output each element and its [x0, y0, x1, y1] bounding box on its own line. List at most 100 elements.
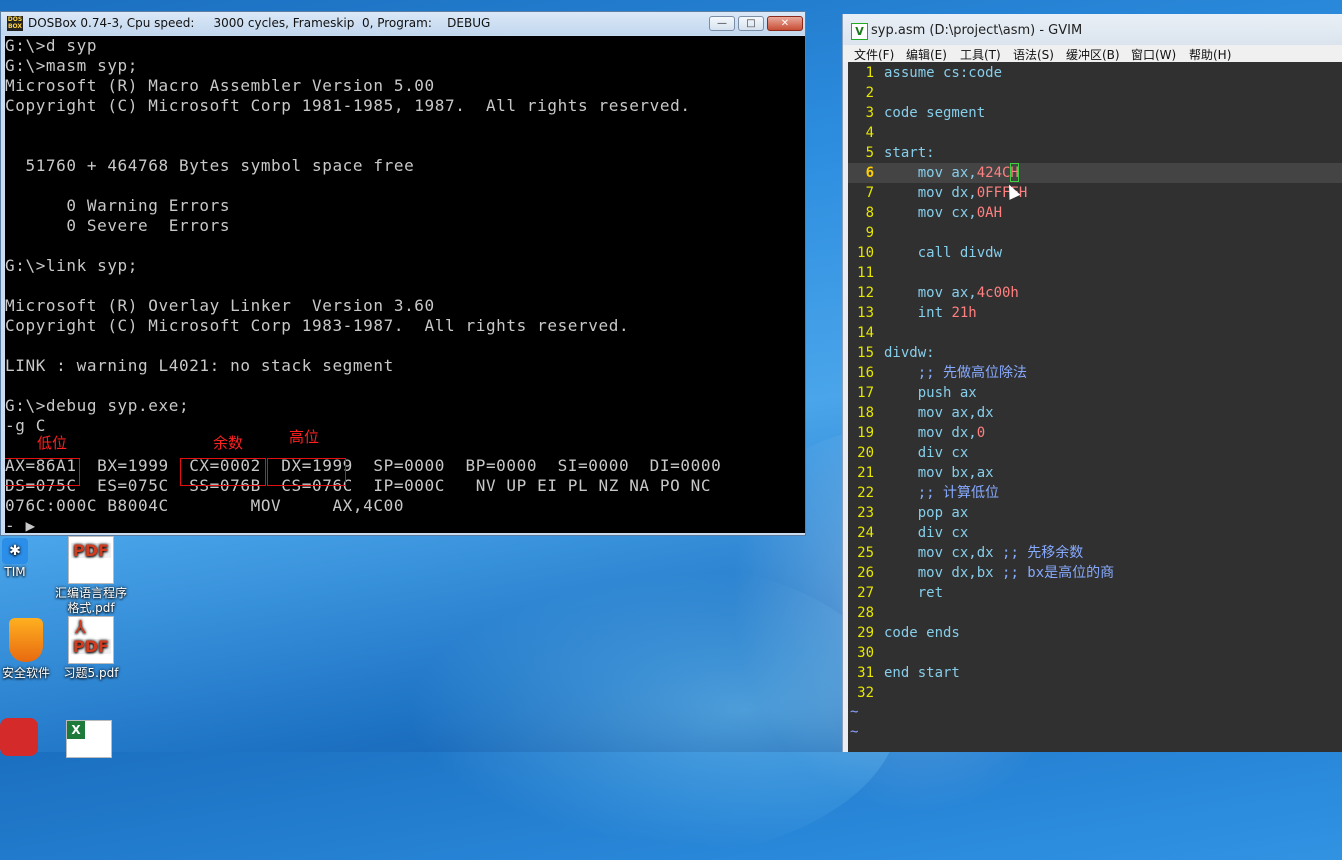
- editor-line[interactable]: 16 ;; 先做高位除法: [848, 363, 1342, 383]
- desktop-icon-exercise5-pdf[interactable]: PDF ⅄ 习题5.pdf: [58, 616, 124, 681]
- line-number: 22: [857, 485, 874, 501]
- gvim-menubar: 文件(F) 编辑(E) 工具(T) 语法(S) 缓冲区(B) 窗口(W) 帮助(…: [843, 45, 1342, 62]
- close-button[interactable]: ✕: [767, 16, 803, 31]
- desktop-icon-tim[interactable]: ✱ TIM: [0, 538, 30, 580]
- editor-line[interactable]: 8 mov cx,0AH: [848, 203, 1342, 223]
- editor-line[interactable]: 30: [848, 643, 1342, 663]
- dx-highlight-box: [267, 458, 346, 486]
- line-text: mov ax,dx: [884, 405, 994, 421]
- line-text: mov cx,dx ;; 先移余数: [884, 545, 1084, 561]
- editor-line[interactable]: 29 code ends: [848, 623, 1342, 643]
- line-text: ;; 先做高位除法: [917, 365, 1028, 381]
- editor-line[interactable]: 31 end start: [848, 663, 1342, 683]
- menu-syntax[interactable]: 语法(S): [1013, 46, 1054, 63]
- empty-line-tilde: ~: [850, 704, 859, 720]
- minimize-button[interactable]: —: [709, 16, 735, 31]
- editor-line[interactable]: 24 div cx: [848, 523, 1342, 543]
- editor-line[interactable]: 32: [848, 683, 1342, 703]
- menu-tools[interactable]: 工具(T): [960, 46, 1001, 63]
- menu-edit[interactable]: 编辑(E): [906, 46, 947, 63]
- editor-line[interactable]: 13 int 21h: [848, 303, 1342, 323]
- editor-line[interactable]: 12 mov ax,4c00h: [848, 283, 1342, 303]
- acrobat-icon: ⅄: [75, 617, 86, 638]
- vim-editor[interactable]: 1 assume cs:code 2 3 code segment 4 5 start: 6 m…: [848, 62, 1342, 752]
- editor-line[interactable]: 3 code segment: [848, 103, 1342, 123]
- gvim-titlebar[interactable]: V syp.asm (D:\project\asm) - GVIM: [843, 14, 1342, 45]
- line-number: 11: [857, 265, 874, 281]
- console-line: Copyright (C) Microsoft Corp 1981-1985, …: [5, 96, 691, 115]
- menu-file[interactable]: 文件(F): [854, 46, 894, 63]
- dosbox-console[interactable]: G:\>d syp G:\>masm syp; Microsoft (R) Macr…: [5, 36, 805, 533]
- editor-line[interactable]: 28: [848, 603, 1342, 623]
- line-number: 8: [865, 205, 874, 221]
- line-text: int 21h: [884, 305, 977, 321]
- editor-line[interactable]: 4: [848, 123, 1342, 143]
- line-text: ;; 计算低位: [917, 485, 1000, 501]
- desktop-icon-asm-format-pdf[interactable]: PDF 汇编语言程序 格式.pdf: [50, 536, 132, 616]
- line-number: 31: [857, 665, 874, 681]
- editor-line[interactable]: 11: [848, 263, 1342, 283]
- shield-icon: [9, 618, 43, 662]
- desktop-icon-label: 安全软件: [1, 666, 50, 680]
- editor-line[interactable]: 26 mov dx,bx ;; bx是高位的商: [848, 563, 1342, 583]
- line-number: 18: [857, 405, 874, 421]
- excel-file-icon[interactable]: X: [66, 720, 112, 758]
- editor-line[interactable]: 19 mov dx,0: [848, 423, 1342, 443]
- line-number: 7: [865, 185, 874, 201]
- editor-line[interactable]: 25 mov cx,dx ;; 先移余数: [848, 543, 1342, 563]
- editor-line[interactable]: 9: [848, 223, 1342, 243]
- line-text: div cx: [884, 445, 969, 461]
- line-number: 9: [865, 225, 874, 241]
- line-number: 21: [857, 465, 874, 481]
- line-text: code segment: [884, 105, 986, 121]
- editor-line[interactable]: 23 pop ax: [848, 503, 1342, 523]
- dosbox-titlebar[interactable]: DOS BOX DOSBox 0.74-3, Cpu speed: 3000 c…: [1, 12, 805, 35]
- window-title: syp.asm (D:\project\asm) - GVIM: [871, 23, 1083, 38]
- menu-buffers[interactable]: 缓冲区(B): [1066, 46, 1120, 63]
- editor-line[interactable]: 22 ;; 计算低位: [848, 483, 1342, 503]
- editor-line[interactable]: 5 start:: [848, 143, 1342, 163]
- editor-line[interactable]: 7 mov dx,0FFFFH: [848, 183, 1342, 203]
- editor-line[interactable]: 20 div cx: [848, 443, 1342, 463]
- editor-line[interactable]: 15 divdw:: [848, 343, 1342, 363]
- dosbox-window[interactable]: DOS BOX DOSBox 0.74-3, Cpu speed: 3000 c…: [0, 11, 806, 536]
- wallpaper-swoosh: [380, 560, 900, 860]
- netease-music-icon[interactable]: [0, 718, 38, 756]
- line-text: end start: [884, 665, 960, 681]
- editor-line[interactable]: 10 call divdw: [848, 243, 1342, 263]
- console-line: DS=075C ES=075C SS=076B CS=076C IP=000C …: [5, 476, 712, 495]
- maximize-button[interactable]: □: [738, 16, 764, 31]
- editor-line[interactable]: 21 mov bx,ax: [848, 463, 1342, 483]
- line-number: 6: [865, 165, 874, 181]
- menu-window[interactable]: 窗口(W): [1131, 46, 1176, 63]
- line-number: 15: [857, 345, 874, 361]
- line-text: div cx: [884, 525, 969, 541]
- console-line: Microsoft (R) Overlay Linker Version 3.6…: [5, 296, 435, 315]
- console-line: Copyright (C) Microsoft Corp 1983-1987. …: [5, 316, 630, 335]
- editor-line[interactable]: 2: [848, 83, 1342, 103]
- editor-line[interactable]: 27 ret: [848, 583, 1342, 603]
- line-number: 30: [857, 645, 874, 661]
- editor-line[interactable]: 17 push ax: [848, 383, 1342, 403]
- editor-line[interactable]: 14: [848, 323, 1342, 343]
- line-number: 1: [865, 65, 874, 81]
- window-title: DOSBox 0.74-3, Cpu speed: 3000 cycles, F…: [28, 16, 491, 30]
- gvim-window[interactable]: V syp.asm (D:\project\asm) - GVIM 文件(F) …: [842, 14, 1342, 752]
- console-line: G:\>debug syp.exe;: [5, 396, 190, 415]
- line-number: 16: [857, 365, 874, 381]
- line-number: 3: [865, 105, 874, 121]
- high-word-label: 高位: [289, 428, 320, 446]
- line-text: push ax: [884, 385, 977, 401]
- line-text: pop ax: [884, 505, 969, 521]
- desktop-icon-security-software[interactable]: 安全软件: [0, 618, 52, 681]
- pdf-file-icon: PDF: [68, 536, 114, 584]
- editor-line[interactable]: 6 mov ax,424CH: [848, 163, 1342, 183]
- line-number: 24: [857, 525, 874, 541]
- line-number: 2: [865, 85, 874, 101]
- menu-help[interactable]: 帮助(H): [1189, 46, 1231, 63]
- line-number: 19: [857, 425, 874, 441]
- desktop-icon-label: 习题5.pdf: [63, 666, 119, 680]
- line-text: mov dx,0: [884, 425, 986, 441]
- editor-line[interactable]: 1 assume cs:code: [848, 63, 1342, 83]
- editor-line[interactable]: 18 mov ax,dx: [848, 403, 1342, 423]
